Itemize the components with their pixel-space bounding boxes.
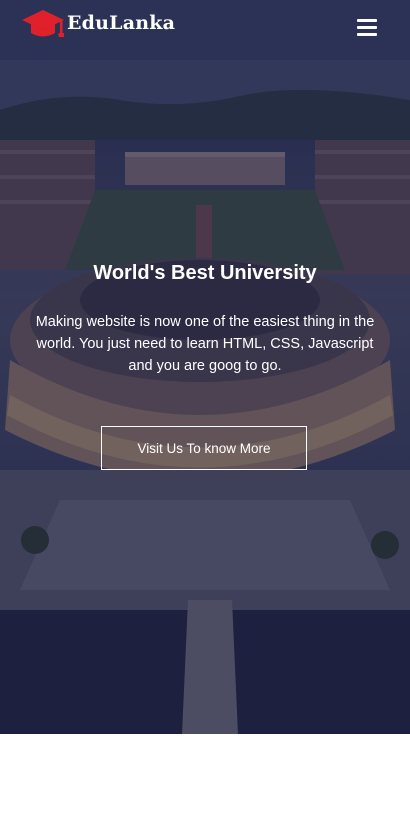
brand-name: EduLanka — [67, 12, 176, 34]
hero-description: Making website is now one of the easiest… — [35, 314, 375, 374]
logo[interactable]: EduLanka — [22, 8, 175, 44]
hamburger-menu-icon[interactable] — [357, 19, 377, 36]
navbar: EduLanka — [0, 0, 410, 52]
visit-us-button[interactable]: Visit Us To know More — [101, 426, 307, 470]
hero-title: World's Best University — [93, 262, 317, 284]
graduation-cap-icon — [22, 10, 64, 37]
hero-section: EduLanka World's Best University Making … — [0, 0, 410, 734]
